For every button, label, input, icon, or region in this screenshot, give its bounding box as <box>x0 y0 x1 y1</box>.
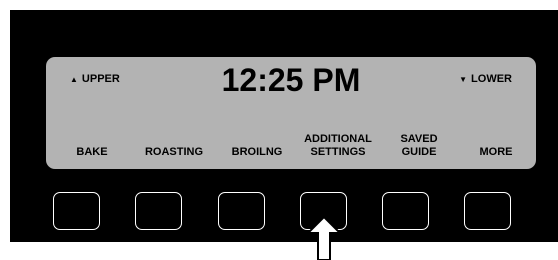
saved-guide-label: SAVED GUIDE <box>400 133 438 158</box>
bake-key[interactable] <box>53 192 100 230</box>
additional-settings-label: ADDITIONAL SETTINGS <box>304 133 372 158</box>
roasting-key[interactable] <box>135 192 182 230</box>
lower-oven-indicator: ▼ LOWER <box>459 73 512 85</box>
triangle-down-icon: ▼ <box>459 74 468 84</box>
control-panel: ▲ UPPER 12:25 PM ▼ LOWER BAKE ROASTING B… <box>10 10 558 242</box>
roasting-label: ROASTING <box>144 146 204 158</box>
broiling-label: BROILNG <box>231 146 283 158</box>
more-key[interactable] <box>464 192 511 230</box>
bake-label: BAKE <box>76 146 108 158</box>
broiling-key[interactable] <box>218 192 265 230</box>
lower-oven-label: LOWER <box>471 73 512 85</box>
lcd-display: ▲ UPPER 12:25 PM ▼ LOWER BAKE ROASTING B… <box>46 57 536 169</box>
saved-guide-key[interactable] <box>382 192 429 230</box>
more-label: MORE <box>479 146 513 158</box>
arrow-up-icon <box>306 216 342 260</box>
